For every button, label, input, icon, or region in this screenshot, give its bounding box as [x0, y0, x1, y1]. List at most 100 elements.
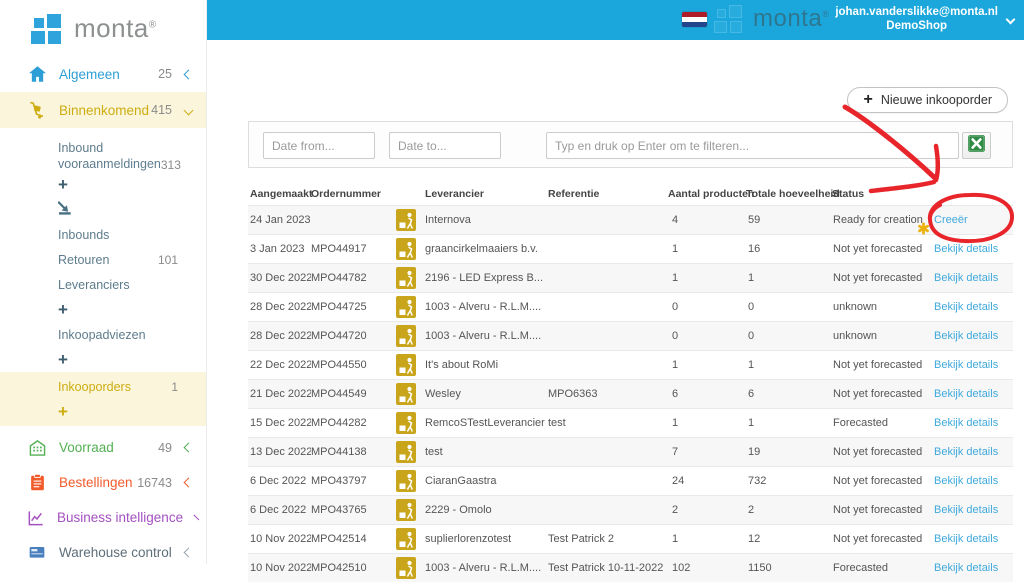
logo-text: monta — [74, 12, 149, 43]
col-header-status[interactable]: Status — [832, 188, 934, 200]
date-to-input[interactable] — [389, 132, 501, 159]
row-action-link[interactable]: Bekijk details — [934, 330, 998, 342]
row-action-link[interactable]: Bekijk details — [934, 272, 998, 284]
inkooporders-table: Aangemaakt Ordernummer Leverancier Refer… — [248, 183, 1013, 582]
sidebar-item-inbound-vooraanmeldingen[interactable]: Inbound vooraanmeldingen 313 — [58, 128, 206, 172]
cell-action: Bekijk details — [934, 272, 1013, 284]
add-inkooporder-button[interactable]: + — [58, 399, 206, 424]
row-action-link[interactable]: Bekijk details — [934, 243, 998, 255]
binnenkomend-subnav: Inbound vooraanmeldingen 313 + Inbounds … — [0, 128, 206, 426]
cell-aantal-producten: 0 — [672, 301, 679, 313]
cell-aangemaakt: 24 Jan 2023 — [250, 214, 311, 226]
cell-totale-hoeveelheid: 12 — [748, 533, 761, 545]
cell-status: Not yet forecasted — [833, 243, 923, 255]
cell-totale-hoeveelheid: 6 — [748, 388, 755, 400]
chevron-down-icon[interactable] — [183, 105, 194, 115]
date-from-input[interactable] — [263, 132, 375, 159]
sidebar-item-inkooporders[interactable]: Inkooporders 1 — [58, 374, 206, 399]
chevron-left-icon[interactable] — [183, 442, 194, 453]
dock-icon — [57, 201, 73, 218]
chevron-left-icon[interactable] — [193, 514, 200, 521]
top-header-bar: monta® johan.vanderslikke@monta.nl DemoS… — [207, 0, 1024, 40]
sidebar-item-bestellingen[interactable]: Bestellingen 16743 — [0, 465, 206, 500]
monta-logo[interactable]: monta® — [0, 0, 206, 56]
sidebar-item-inkoopadviezen[interactable]: Inkoopadviezen — [58, 322, 206, 347]
row-action-link[interactable]: Bekijk details — [934, 504, 998, 516]
cell-aangemaakt: 6 Dec 2022 — [250, 475, 307, 487]
sidebar-item-algemeen[interactable]: Algemeen 25 — [0, 56, 206, 92]
cell-supplier-icon — [396, 383, 425, 405]
table-row: 10 Nov 2022 MPO42514 suplierlorenzotest … — [248, 524, 1013, 553]
cell-aantal-producten: 2 — [672, 504, 679, 516]
row-action-link[interactable]: Bekijk details — [934, 417, 998, 429]
row-action-link[interactable]: Bekijk details — [934, 475, 998, 487]
search-input[interactable] — [546, 132, 959, 159]
cell-aantal-producten: 1 — [672, 417, 679, 429]
table-row: 13 Dec 2022 MPO44138 test 7 19 Not yet f… — [248, 437, 1013, 466]
sidebar-item-warehouse-control[interactable]: Warehouse control — [0, 535, 206, 570]
export-excel-button[interactable] — [962, 132, 991, 159]
star-icon — [917, 222, 930, 235]
cell-aangemaakt: 30 Dec 2022 — [250, 272, 311, 284]
table-row: 28 Dec 2022 MPO44725 1003 - Alveru - R.L… — [248, 292, 1013, 321]
row-action-link[interactable]: Bekijk details — [934, 359, 998, 371]
sidebar-item-voorraad[interactable]: Voorraad 49 — [0, 430, 206, 465]
cell-aantal-producten: 24 — [672, 475, 685, 487]
chevron-left-icon[interactable] — [183, 69, 194, 79]
chevron-left-icon[interactable] — [183, 477, 194, 488]
col-header-totale-hoeveelheid[interactable]: Totale hoeveelheid — [746, 188, 840, 200]
watermark-text: monta — [753, 5, 823, 32]
row-action-link[interactable]: Bekijk details — [934, 388, 998, 400]
cell-totale-hoeveelheid: 2 — [748, 504, 755, 516]
cell-action: Bekijk details — [934, 243, 1013, 255]
cell-status: unknown — [833, 301, 878, 313]
chart-icon — [28, 510, 44, 526]
supplier-icon — [396, 296, 416, 318]
sidebar-item-business-intelligence[interactable]: Business intelligence — [0, 500, 206, 535]
sidebar-item-binnenkomend[interactable]: Binnenkomend 415 — [0, 92, 206, 128]
subitem-label: Inkoopadviezen — [58, 327, 146, 342]
item-count: 16743 — [137, 475, 172, 490]
add-vooraanmelding-button[interactable]: + — [58, 172, 206, 197]
supplier-icon — [396, 470, 416, 492]
cell-status: Not yet forecasted — [833, 388, 923, 400]
shop-name: DemoShop — [886, 20, 947, 32]
add-inkoopadvies-button[interactable]: + — [58, 347, 206, 372]
sidebar-item-label: Warehouse control — [59, 545, 172, 560]
supplier-icon — [396, 383, 416, 405]
cell-action: Bekijk details — [934, 330, 1013, 342]
cell-totale-hoeveelheid: 19 — [748, 446, 761, 458]
row-action-link[interactable]: Bekijk details — [934, 446, 998, 458]
user-menu[interactable]: johan.vanderslikke@monta.nl DemoShop — [835, 5, 998, 33]
cell-aantal-producten: 1 — [672, 243, 679, 255]
row-action-link[interactable]: Bekijk details — [934, 301, 998, 313]
dutch-flag-icon[interactable] — [682, 12, 707, 27]
cell-supplier-icon — [396, 470, 425, 492]
new-inkooporder-label: Nieuwe inkooporder — [880, 93, 992, 107]
home-icon — [28, 66, 46, 82]
col-header-referentie[interactable]: Referentie — [548, 188, 668, 200]
col-header-leverancier[interactable]: Leverancier — [425, 188, 548, 200]
sidebar-item-leveranciers[interactable]: Leveranciers — [58, 272, 206, 297]
row-action-link[interactable]: Bekijk details — [934, 533, 998, 545]
cell-supplier-icon — [396, 441, 425, 463]
cell-action: Bekijk details — [934, 504, 1013, 516]
col-header-ordernummer[interactable]: Ordernummer — [311, 188, 396, 200]
add-leverancier-button[interactable]: + — [58, 297, 206, 322]
col-header-aantal-producten[interactable]: Aantal producten — [668, 188, 754, 200]
col-header-aangemaakt[interactable]: Aangemaakt — [248, 188, 312, 200]
row-action-link[interactable]: Creeër — [934, 214, 968, 226]
chevron-left-icon[interactable] — [183, 547, 194, 558]
cell-leverancier: 1003 - Alveru - R.L.M.... — [425, 301, 542, 313]
sidebar-item-label: Algemeen — [59, 66, 120, 82]
subitem-label: Inbound vooraanmeldingen — [58, 141, 161, 171]
monta-squares-icon — [714, 4, 744, 34]
sidebar-item-retouren[interactable]: Retouren 101 — [58, 247, 206, 272]
chevron-down-icon[interactable] — [1005, 14, 1016, 25]
new-inkooporder-button[interactable]: + Nieuwe inkooporder — [847, 87, 1008, 113]
sidebar-item-inbounds[interactable]: Inbounds — [58, 222, 206, 247]
cell-status: Not yet forecasted — [833, 475, 923, 487]
inbound-dock-button[interactable] — [57, 197, 206, 222]
cell-referentie: MPO6363 — [548, 388, 598, 400]
subitem-label: Inkooporders — [58, 379, 131, 394]
